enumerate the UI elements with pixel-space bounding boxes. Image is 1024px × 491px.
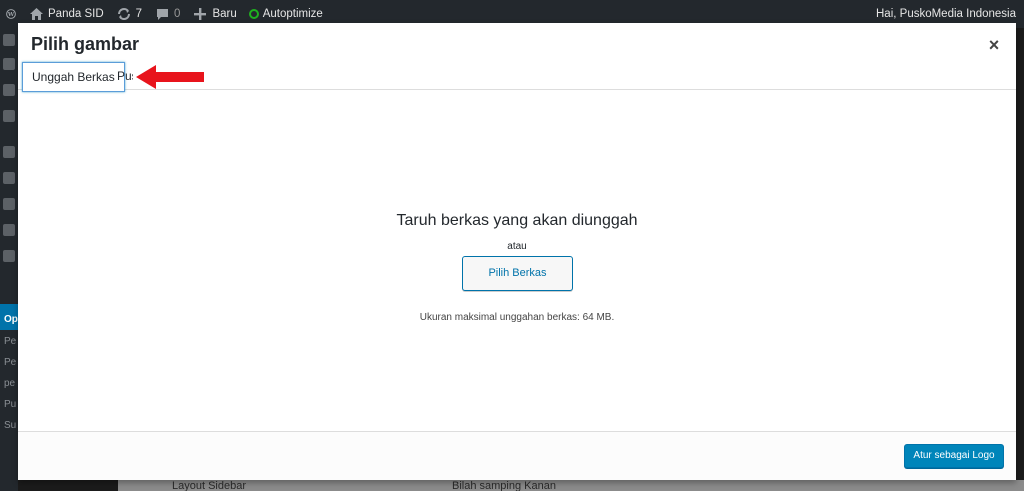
svg-text:W: W [7,12,15,18]
settings-icon [3,250,15,262]
set-as-logo-button[interactable]: Atur sebagai Logo [904,444,1004,468]
autoptimize-label: Autoptimize [262,8,323,20]
close-icon[interactable]: × [984,35,1004,55]
sidebar-item: Pe [4,336,17,347]
updates-icon [116,6,132,22]
sidebar-item: Su [4,420,17,431]
new-label: Baru [212,8,237,20]
comments-menu-icon [3,110,15,122]
modal-title: Pilih gambar [31,34,140,54]
red-arrow-icon [136,65,204,89]
layout-sidebar-label: Layout Sidebar [172,480,246,491]
max-upload-size: Ukuran maksimal unggahan berkas: 64 MB. [419,312,615,323]
updates-count: 7 [135,8,143,20]
drop-instructions: Taruh berkas yang akan diunggah [396,212,638,229]
plugins-icon [3,172,15,184]
status-dot-icon [248,9,259,19]
media-modal: Pilih gambar × Unggah Berkas Pustaka Med… [18,23,1016,480]
tools-icon [3,224,15,236]
comment-icon [154,6,170,22]
sidebar-item: Op [4,314,18,325]
tab-media-library[interactable]: Pustaka Media [115,62,133,92]
pin-icon [3,34,15,46]
appearance-icon [3,146,15,158]
home-icon [28,6,44,22]
background-page: Layout Sidebar Bilah samping Kanan [118,480,1024,491]
or-text: atau [507,241,527,252]
modal-toolbar: Atur sebagai Logo [18,431,1016,480]
comments-count: 0 [174,8,181,20]
sidebar-item: Pe [4,357,17,368]
users-icon [3,198,15,210]
media-icon [3,58,15,70]
upload-dropzone[interactable]: Taruh berkas yang akan diunggah atau Pil… [18,91,1016,431]
sidebar-item: pe [4,378,16,389]
greeting-text: Hai, PuskoMedia Indonesia [876,8,1016,20]
layout-sidebar-value: Bilah samping Kanan [452,480,556,491]
pages-icon [3,84,15,96]
plus-icon [192,6,208,22]
site-name: Panda SID [48,8,104,20]
tab-upload-files[interactable]: Unggah Berkas [22,62,125,92]
admin-sidebar: Op Pe Pe pe Pu Su [0,28,18,491]
sidebar-item: Pu [4,399,17,410]
select-files-button[interactable]: Pilih Berkas [462,256,573,291]
